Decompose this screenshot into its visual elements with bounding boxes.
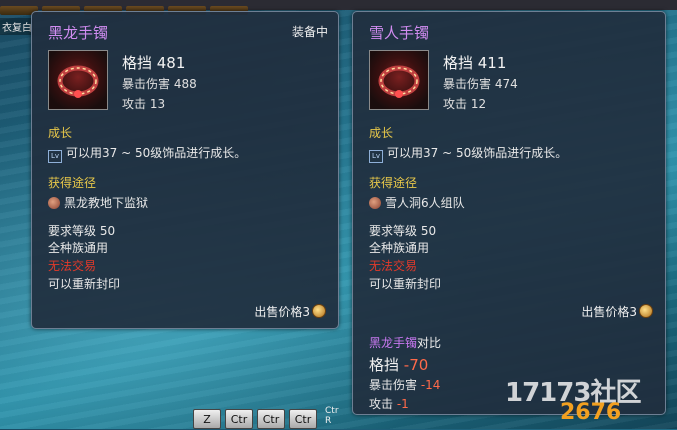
dungeon-icon <box>369 197 381 209</box>
bracelet-icon <box>48 50 108 110</box>
bracelet-icon <box>369 50 429 110</box>
growth-line: Lv 可以用37 ~ 50级饰品进行成长。 <box>369 144 567 163</box>
compare-block-label: 格挡 <box>369 356 400 374</box>
sell-price: 出售价格3 <box>254 303 326 320</box>
watermark-logo-2: 2676 <box>560 400 622 425</box>
sell-price: 出售价格3 <box>581 303 653 320</box>
tooltip-equipped-item: 黑龙手镯 装备中 格挡 481 暴击伤害 488 攻击 13 成长 Lv 可以用3… <box>31 11 339 329</box>
route-line: 雪人洞6人组队 <box>369 194 465 211</box>
growth-text: 可以用37 ~ 50级饰品进行成长。 <box>66 146 247 160</box>
block-stat: 格挡 411 <box>443 54 507 72</box>
untradable-label: 无法交易 <box>48 259 97 273</box>
growth-text: 可以用37 ~ 50级饰品进行成长。 <box>387 146 568 160</box>
route-text: 黑龙教地下监狱 <box>64 196 149 210</box>
hotkey-z[interactable]: Z <box>193 409 221 429</box>
top-skill-bar <box>0 0 677 15</box>
coin-icon <box>312 304 326 318</box>
compare-suffix: 对比 <box>417 336 442 350</box>
equipped-badge: 装备中 <box>291 25 328 39</box>
race-requirement: 全种族通用 <box>369 241 430 255</box>
item-name: 黑龙手镯 <box>48 24 109 42</box>
side-label: 衣复白 <box>0 18 34 35</box>
compare-attack-diff: -1 <box>396 397 409 411</box>
reseal-label: 可以重新封印 <box>48 277 121 291</box>
compare-crit: 暴击伤害 -14 <box>369 376 440 393</box>
attack-stat: 攻击 13 <box>122 97 166 111</box>
untradable-label: 无法交易 <box>369 259 418 273</box>
sell-price-text: 出售价格3 <box>254 305 310 319</box>
compare-crit-label: 暴击伤害 <box>369 378 418 392</box>
level-icon: Lv <box>48 150 62 163</box>
route-heading: 获得途径 <box>369 176 418 190</box>
crit-damage-stat: 暴击伤害 488 <box>122 77 197 91</box>
level-icon: Lv <box>369 150 383 163</box>
compare-block: 格挡 -70 <box>369 354 428 375</box>
growth-heading: 成长 <box>48 126 73 140</box>
compare-item-name: 黑龙手镯 <box>369 336 418 350</box>
route-text: 雪人洞6人组队 <box>385 196 465 210</box>
hotkey-ctrl-1[interactable]: Ctr <box>225 409 253 429</box>
compare-crit-diff: -14 <box>420 378 441 392</box>
growth-line: Lv 可以用37 ~ 50级饰品进行成长。 <box>48 144 246 163</box>
route-heading: 获得途径 <box>48 176 97 190</box>
route-line: 黑龙教地下监狱 <box>48 194 148 211</box>
growth-heading: 成长 <box>369 126 394 140</box>
compare-attack: 攻击 -1 <box>369 395 409 412</box>
block-stat: 格挡 481 <box>122 54 186 72</box>
hotkey-ctrl-2[interactable]: Ctr <box>257 409 285 429</box>
crit-damage-stat: 暴击伤害 474 <box>443 77 518 91</box>
attack-stat: 攻击 12 <box>443 97 487 111</box>
reseal-label: 可以重新封印 <box>369 277 442 291</box>
coin-icon <box>639 304 653 318</box>
tooltip-hovered-item: 雪人手镯 格挡 411 暴击伤害 474 攻击 12 成长 Lv 可以用37 ~ … <box>352 11 666 415</box>
race-requirement: 全种族通用 <box>48 241 109 255</box>
level-requirement: 要求等级 50 <box>48 224 116 238</box>
hotkey-label: Ctr R <box>325 406 339 426</box>
item-name: 雪人手镯 <box>369 24 430 42</box>
hotkey-ctrl-3[interactable]: Ctr <box>289 409 317 429</box>
compare-block-diff: -70 <box>403 356 429 374</box>
dungeon-icon <box>48 197 60 209</box>
compare-attack-label: 攻击 <box>369 397 394 411</box>
level-requirement: 要求等级 50 <box>369 224 437 238</box>
sell-price-text: 出售价格3 <box>581 305 637 319</box>
compare-heading: 黑龙手镯对比 <box>369 334 441 351</box>
